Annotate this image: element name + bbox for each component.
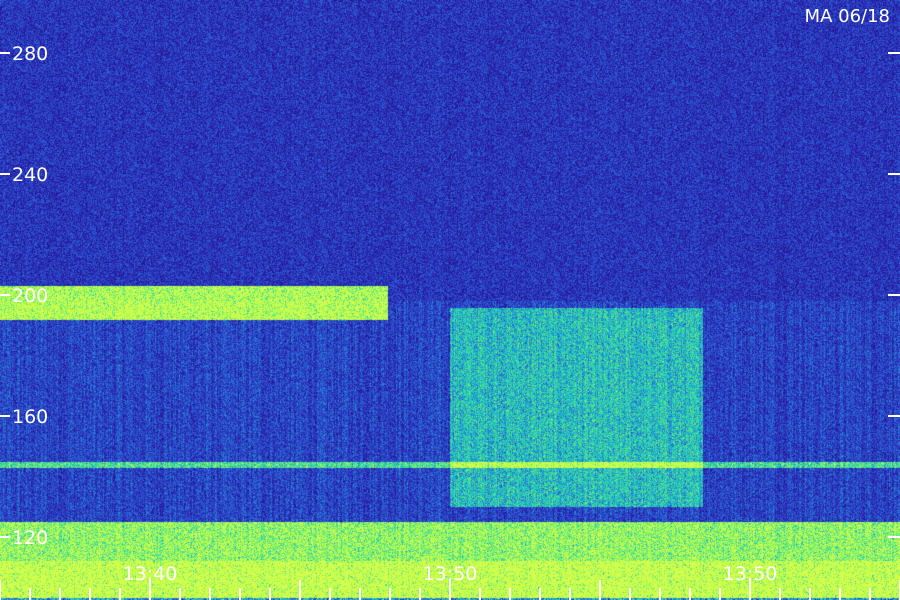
y-tick-label: 160 — [12, 406, 48, 428]
y-tick-label: 240 — [12, 164, 48, 186]
y-tick-label: 200 — [12, 285, 48, 307]
x-axis: 13:40 13:50 13:50 — [0, 563, 900, 600]
spectrogram-view: MA 06/18 120 160 200 240 280 13:40 13:50 13:50 — [0, 0, 900, 600]
chart-title: MA 06/18 — [805, 6, 890, 27]
y-axis: 120 160 200 240 280 — [0, 43, 900, 549]
y-tick-label: 120 — [12, 527, 48, 549]
y-tick-label: 280 — [12, 43, 48, 65]
chart-overlay: MA 06/18 120 160 200 240 280 13:40 13:50 13:50 — [0, 6, 900, 600]
